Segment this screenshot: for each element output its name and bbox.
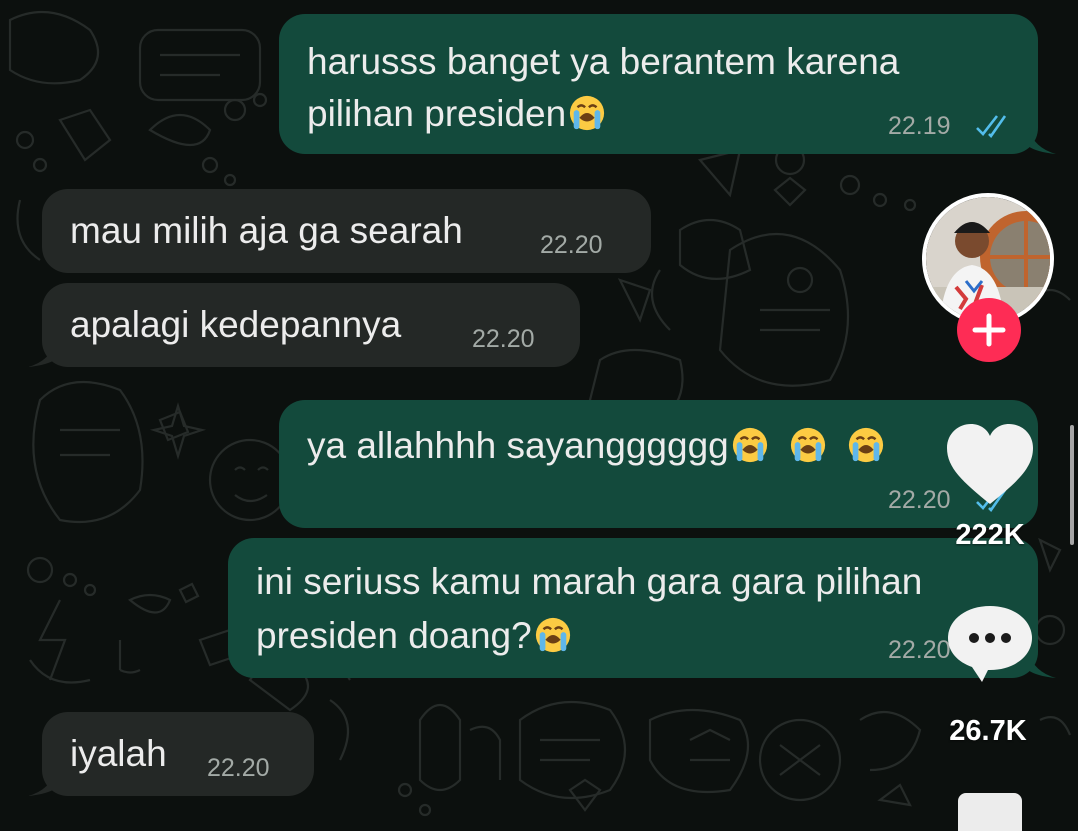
message-text-line: ya allahhhh sayangggggg xyxy=(307,420,885,472)
message-time: 22.20 xyxy=(888,486,951,514)
message-bubble-outgoing[interactable]: ya allahhhh sayangggggg 22.20 xyxy=(279,400,1038,528)
bubble-tail xyxy=(1028,128,1056,154)
message-text-line-2: pilihan presiden xyxy=(307,88,606,140)
message-text: iyalah xyxy=(70,733,167,774)
plus-icon xyxy=(972,313,1006,347)
like-count: 222K xyxy=(955,519,1025,551)
follow-button[interactable] xyxy=(957,298,1021,362)
loudly-crying-face-emoji xyxy=(535,617,570,653)
message-bubble-incoming[interactable]: iyalah 22.20 xyxy=(28,712,314,796)
loudly-crying-face-emoji xyxy=(732,427,767,463)
message-bubble-incoming[interactable]: apalagi kedepannya 22.20 xyxy=(28,283,580,367)
message-time: 22.20 xyxy=(540,231,603,259)
message-text: ini seriuss kamu marah gara gara pilihan xyxy=(256,561,923,602)
loudly-crying-face-emoji xyxy=(848,427,883,463)
message-text-line-2: presiden doang? xyxy=(256,610,572,662)
bubble-tail xyxy=(28,770,56,796)
message-bubble-outgoing[interactable]: ini seriuss kamu marah gara gara pilihan… xyxy=(228,538,1056,678)
message-time: 22.19 xyxy=(888,112,951,140)
message-time: 22.20 xyxy=(207,754,270,782)
read-ticks-icon xyxy=(976,115,1007,138)
bubble-tail xyxy=(28,341,56,367)
loudly-crying-face-emoji xyxy=(570,95,605,131)
message-bubble-incoming[interactable]: mau milih aja ga searah 22.20 xyxy=(42,189,651,273)
loudly-crying-face-emoji xyxy=(790,427,825,463)
scrollbar[interactable] xyxy=(1070,425,1074,545)
like-button[interactable] xyxy=(943,420,1037,510)
message-bubble-outgoing[interactable]: harusss banget ya berantem karena piliha… xyxy=(279,14,1056,154)
message-time: 22.20 xyxy=(472,325,535,353)
message-text: harusss banget ya berantem karena xyxy=(307,41,900,82)
bookmark-icon[interactable] xyxy=(958,793,1022,831)
comment-button[interactable] xyxy=(942,600,1038,686)
comment-bubble-icon xyxy=(948,606,1032,682)
message-text: mau milih aja ga searah xyxy=(70,210,463,251)
heart-icon xyxy=(947,424,1033,504)
chat-screen: harusss banget ya berantem karena piliha… xyxy=(0,0,1078,831)
message-text: apalagi kedepannya xyxy=(70,304,402,345)
comment-count: 26.7K xyxy=(949,715,1027,747)
